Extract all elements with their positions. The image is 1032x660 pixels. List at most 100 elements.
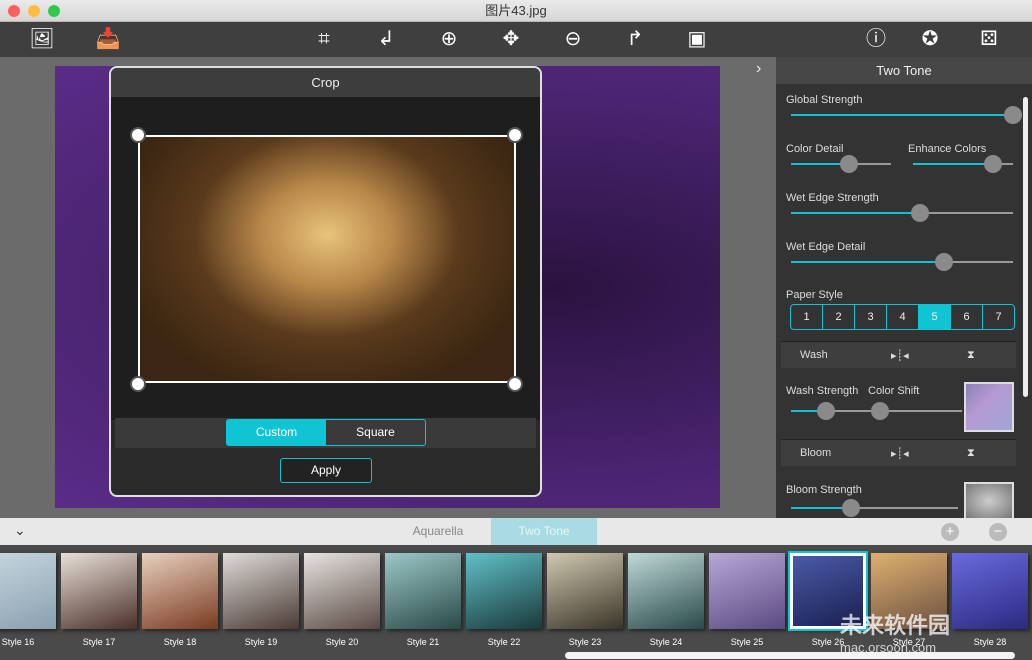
random-dice-icon[interactable]: ⚄ bbox=[975, 26, 1003, 52]
style-thumbnail[interactable] bbox=[547, 553, 623, 629]
style-thumbnail[interactable] bbox=[142, 553, 218, 629]
wash-strength-label: Wash Strength bbox=[786, 385, 859, 397]
slider-knob[interactable] bbox=[871, 402, 890, 420]
crop-mode-square[interactable]: Square bbox=[326, 420, 425, 445]
info-icon[interactable]: ⓘ bbox=[862, 26, 890, 52]
collapse-chevron-down-icon[interactable]: ⌄ bbox=[14, 522, 26, 539]
bloom-texture-thumbnail[interactable] bbox=[964, 482, 1014, 518]
crop-icon[interactable]: ⌗ bbox=[310, 26, 338, 52]
bloom-section-header: Bloom ▸┊◂ ⧗ bbox=[781, 439, 1016, 466]
flip-vertical-icon[interactable]: ⧗ bbox=[967, 349, 975, 362]
color-detail-slider[interactable] bbox=[791, 155, 891, 173]
slider-fill bbox=[791, 212, 920, 214]
paper-style-4[interactable]: 4 bbox=[887, 305, 919, 329]
apply-button[interactable]: Apply bbox=[280, 458, 372, 483]
flip-horizontal-icon[interactable]: ▸┊◂ bbox=[891, 447, 909, 460]
paper-style-5[interactable]: 5 bbox=[919, 305, 951, 329]
style-tabs-bar: ⌄ Aquarella Two Tone + − bbox=[0, 518, 1032, 545]
paper-style-3[interactable]: 3 bbox=[855, 305, 887, 329]
style-label: Style 18 bbox=[163, 637, 197, 647]
crop-handle-top-left[interactable] bbox=[130, 127, 146, 143]
style-thumbnail[interactable] bbox=[304, 553, 380, 629]
slider-knob[interactable] bbox=[817, 402, 836, 420]
crop-title: Crop bbox=[111, 68, 540, 97]
paper-style-7[interactable]: 7 bbox=[983, 305, 1014, 329]
title-bar: 图片43.jpg bbox=[0, 0, 1032, 22]
move-icon[interactable]: ✥ bbox=[497, 26, 525, 52]
slider-knob[interactable] bbox=[1004, 106, 1022, 124]
remove-style-button[interactable]: − bbox=[989, 523, 1007, 541]
paper-style-label: Paper Style bbox=[786, 289, 843, 301]
style-thumbnail[interactable] bbox=[628, 553, 704, 629]
crop-handle-top-right[interactable] bbox=[507, 127, 523, 143]
panel-scrollbar[interactable] bbox=[1023, 97, 1028, 397]
style-label: Style 28 bbox=[973, 637, 1007, 647]
flip-vertical-icon[interactable]: ⧗ bbox=[967, 447, 975, 460]
fit-image-icon[interactable]: ▣ bbox=[683, 26, 711, 52]
zoom-button[interactable] bbox=[48, 5, 60, 17]
style-thumbnail[interactable] bbox=[952, 553, 1028, 629]
slider-knob[interactable] bbox=[842, 499, 861, 517]
slider-knob[interactable] bbox=[984, 155, 1002, 173]
panel-title: Two Tone bbox=[776, 57, 1032, 84]
wet-edge-detail-label: Wet Edge Detail bbox=[786, 241, 866, 253]
settings-icon[interactable]: ✪ bbox=[916, 26, 944, 52]
slider-fill bbox=[791, 114, 1013, 116]
color-shift-slider[interactable] bbox=[871, 402, 962, 420]
collapse-panel-chevron-icon[interactable]: › bbox=[756, 60, 761, 78]
settings-panel: Two Tone Global Strength Color Detail En… bbox=[776, 57, 1032, 518]
slider-knob[interactable] bbox=[910, 204, 929, 222]
crop-handle-bottom-left[interactable] bbox=[130, 376, 146, 392]
style-thumbnail[interactable] bbox=[61, 553, 137, 629]
style-label: Style 19 bbox=[244, 637, 278, 647]
bloom-strength-label: Bloom Strength bbox=[786, 484, 862, 496]
style-thumbnail[interactable] bbox=[709, 553, 785, 629]
rotate-right-icon[interactable]: ↱ bbox=[621, 26, 649, 52]
style-thumbnail[interactable] bbox=[0, 553, 56, 629]
slider-knob[interactable] bbox=[840, 155, 858, 173]
crop-mode-segmented: Custom Square bbox=[226, 419, 426, 446]
color-shift-label: Color Shift bbox=[868, 385, 920, 397]
enhance-colors-label: Enhance Colors bbox=[908, 143, 987, 155]
rotate-left-icon[interactable]: ↲ bbox=[372, 26, 400, 52]
wet-edge-strength-slider[interactable] bbox=[791, 204, 1013, 222]
paper-style-6[interactable]: 6 bbox=[951, 305, 983, 329]
bloom-label: Bloom bbox=[800, 447, 832, 459]
global-strength-label: Global Strength bbox=[786, 94, 863, 106]
global-strength-slider[interactable] bbox=[791, 106, 1022, 124]
style-thumbnail[interactable] bbox=[385, 553, 461, 629]
zoom-in-icon[interactable]: ⊕ bbox=[435, 26, 463, 52]
crop-mode-custom[interactable]: Custom bbox=[227, 420, 326, 445]
wash-strength-slider[interactable] bbox=[791, 402, 871, 420]
paper-style-1[interactable]: 1 bbox=[791, 305, 823, 329]
style-thumbnail[interactable] bbox=[466, 553, 542, 629]
crop-image[interactable] bbox=[138, 135, 516, 383]
wash-texture-thumbnail[interactable] bbox=[964, 382, 1014, 432]
minimize-button[interactable] bbox=[28, 5, 40, 17]
zoom-out-icon[interactable]: ⊖ bbox=[559, 26, 587, 52]
tab-two-tone[interactable]: Two Tone bbox=[491, 518, 597, 545]
style-label: Style 23 bbox=[568, 637, 602, 647]
slider-fill bbox=[791, 261, 945, 263]
color-detail-label: Color Detail bbox=[786, 143, 844, 155]
tab-aquarella[interactable]: Aquarella bbox=[385, 518, 491, 545]
photo-icon[interactable]: 🖼 bbox=[28, 26, 56, 52]
crop-handle-bottom-right[interactable] bbox=[507, 376, 523, 392]
flip-horizontal-icon[interactable]: ▸┊◂ bbox=[891, 349, 909, 362]
wash-label: Wash bbox=[800, 349, 828, 361]
bloom-strength-slider[interactable] bbox=[791, 499, 958, 517]
wet-edge-detail-slider[interactable] bbox=[791, 253, 1013, 271]
paper-style-2[interactable]: 2 bbox=[823, 305, 855, 329]
export-icon[interactable]: 📥 bbox=[94, 26, 122, 52]
wet-edge-strength-label: Wet Edge Strength bbox=[786, 192, 879, 204]
crop-popover: Crop Custom Square Apply bbox=[109, 66, 542, 497]
close-button[interactable] bbox=[8, 5, 20, 17]
toolbar: 🖼 📥 ⌗ ↲ ⊕ ✥ ⊖ ↱ ▣ ⓘ ✪ ⚄ bbox=[0, 22, 1032, 57]
style-label: Style 20 bbox=[325, 637, 359, 647]
enhance-colors-slider[interactable] bbox=[913, 155, 1013, 173]
watermark: 未来软件园 mac.orsoon.com bbox=[840, 613, 951, 655]
slider-fill bbox=[913, 163, 993, 165]
add-style-button[interactable]: + bbox=[941, 523, 959, 541]
style-thumbnail[interactable] bbox=[223, 553, 299, 629]
slider-knob[interactable] bbox=[935, 253, 954, 271]
